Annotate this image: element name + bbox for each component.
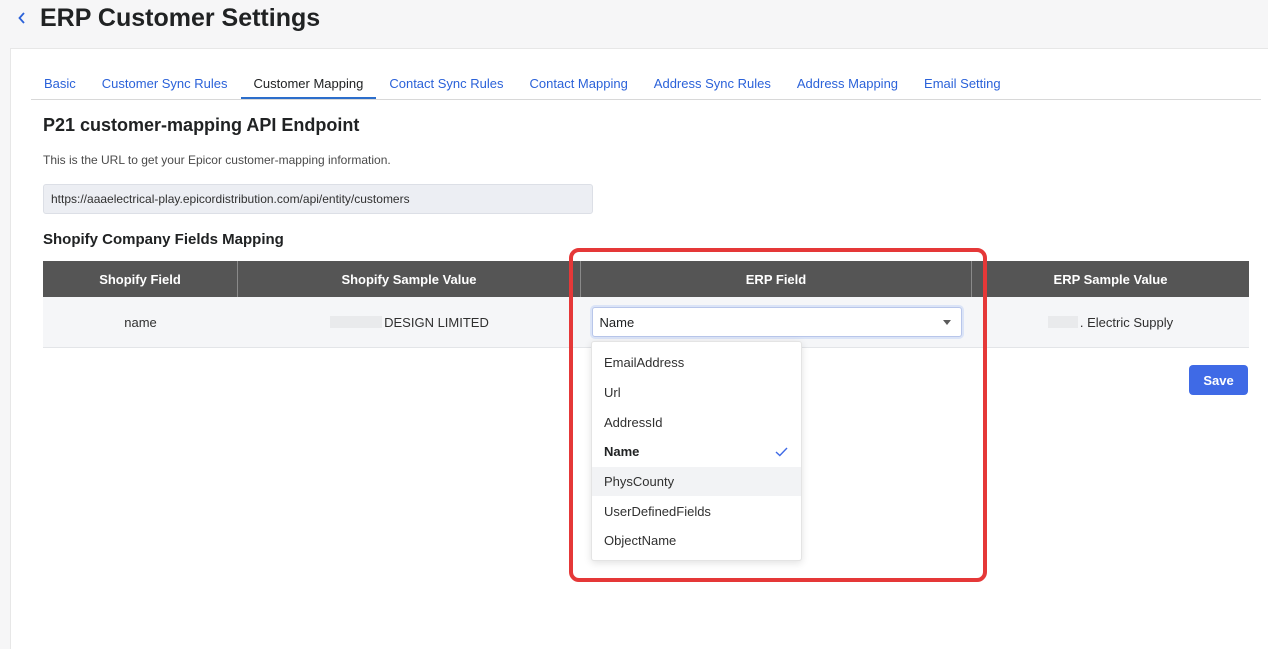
tab-bar: Basic Customer Sync Rules Customer Mappi… — [31, 67, 1261, 100]
shopify-sample-cell: DESIGN LIMITED — [238, 297, 581, 347]
page-header: ERP Customer Settings — [18, 2, 320, 34]
tab-customer-mapping[interactable]: Customer Mapping — [240, 67, 377, 99]
column-header-erp-sample: ERP Sample Value — [1053, 271, 1168, 287]
endpoint-description: This is the URL to get your Epicor custo… — [43, 153, 391, 167]
table-header: Shopify Field Shopify Sample Value ERP F… — [43, 261, 1249, 297]
redacted-block — [330, 316, 383, 328]
dropdown-option-physcounty[interactable]: PhysCounty — [592, 466, 801, 497]
tab-customer-sync-rules[interactable]: Customer Sync Rules — [89, 67, 241, 99]
caret-down-icon[interactable] — [942, 319, 951, 325]
dropdown-option-emailaddress[interactable]: EmailAddress — [592, 348, 801, 378]
shopify-sample-value: DESIGN LIMITED — [384, 314, 489, 330]
tab-address-mapping[interactable]: Address Mapping — [784, 67, 911, 99]
shopify-field-cell: name — [124, 314, 157, 330]
erp-field-cell: Name — [581, 297, 972, 347]
tab-contact-sync-rules[interactable]: Contact Sync Rules — [376, 67, 516, 99]
erp-sample-cell: . Electric Supply — [972, 297, 1249, 347]
dropdown-option-userdefinedfields[interactable]: UserDefinedFields — [592, 496, 801, 526]
save-button[interactable]: Save — [1189, 365, 1248, 395]
dropdown-option-objectname[interactable]: ObjectName — [592, 526, 801, 556]
erp-sample-value: . Electric Supply — [1079, 314, 1174, 330]
tab-contact-mapping[interactable]: Contact Mapping — [517, 67, 641, 99]
mapping-title: Shopify Company Fields Mapping — [43, 231, 284, 248]
dropdown-option-name[interactable]: Name — [592, 437, 801, 467]
column-header-erp-field: ERP Field — [581, 261, 972, 297]
tab-email-setting[interactable]: Email Setting — [911, 67, 1014, 99]
column-header-shopify-sample: Shopify Sample Value — [238, 261, 581, 297]
erp-field-select-value: Name — [599, 314, 635, 330]
column-header-shopify-field: Shopify Field — [43, 261, 238, 297]
tab-basic[interactable]: Basic — [31, 67, 89, 99]
erp-field-select[interactable]: Name — [591, 307, 962, 337]
dropdown-option-addressid[interactable]: AddressId — [592, 407, 801, 437]
erp-field-dropdown: EmailAddress Url AddressId Name PhysCoun… — [591, 341, 802, 561]
dropdown-option-url[interactable]: Url — [592, 378, 801, 408]
mapping-table: Shopify Field Shopify Sample Value ERP F… — [43, 261, 1249, 348]
chevron-left-icon[interactable] — [18, 12, 30, 24]
endpoint-title: P21 customer-mapping API Endpoint — [43, 115, 360, 135]
check-icon — [775, 446, 789, 458]
redacted-block — [1047, 316, 1078, 328]
tab-address-sync-rules[interactable]: Address Sync Rules — [641, 67, 784, 99]
endpoint-url-field[interactable]: https://aaaelectrical-play.epicordistrib… — [43, 184, 593, 214]
page-title: ERP Customer Settings — [40, 3, 321, 32]
